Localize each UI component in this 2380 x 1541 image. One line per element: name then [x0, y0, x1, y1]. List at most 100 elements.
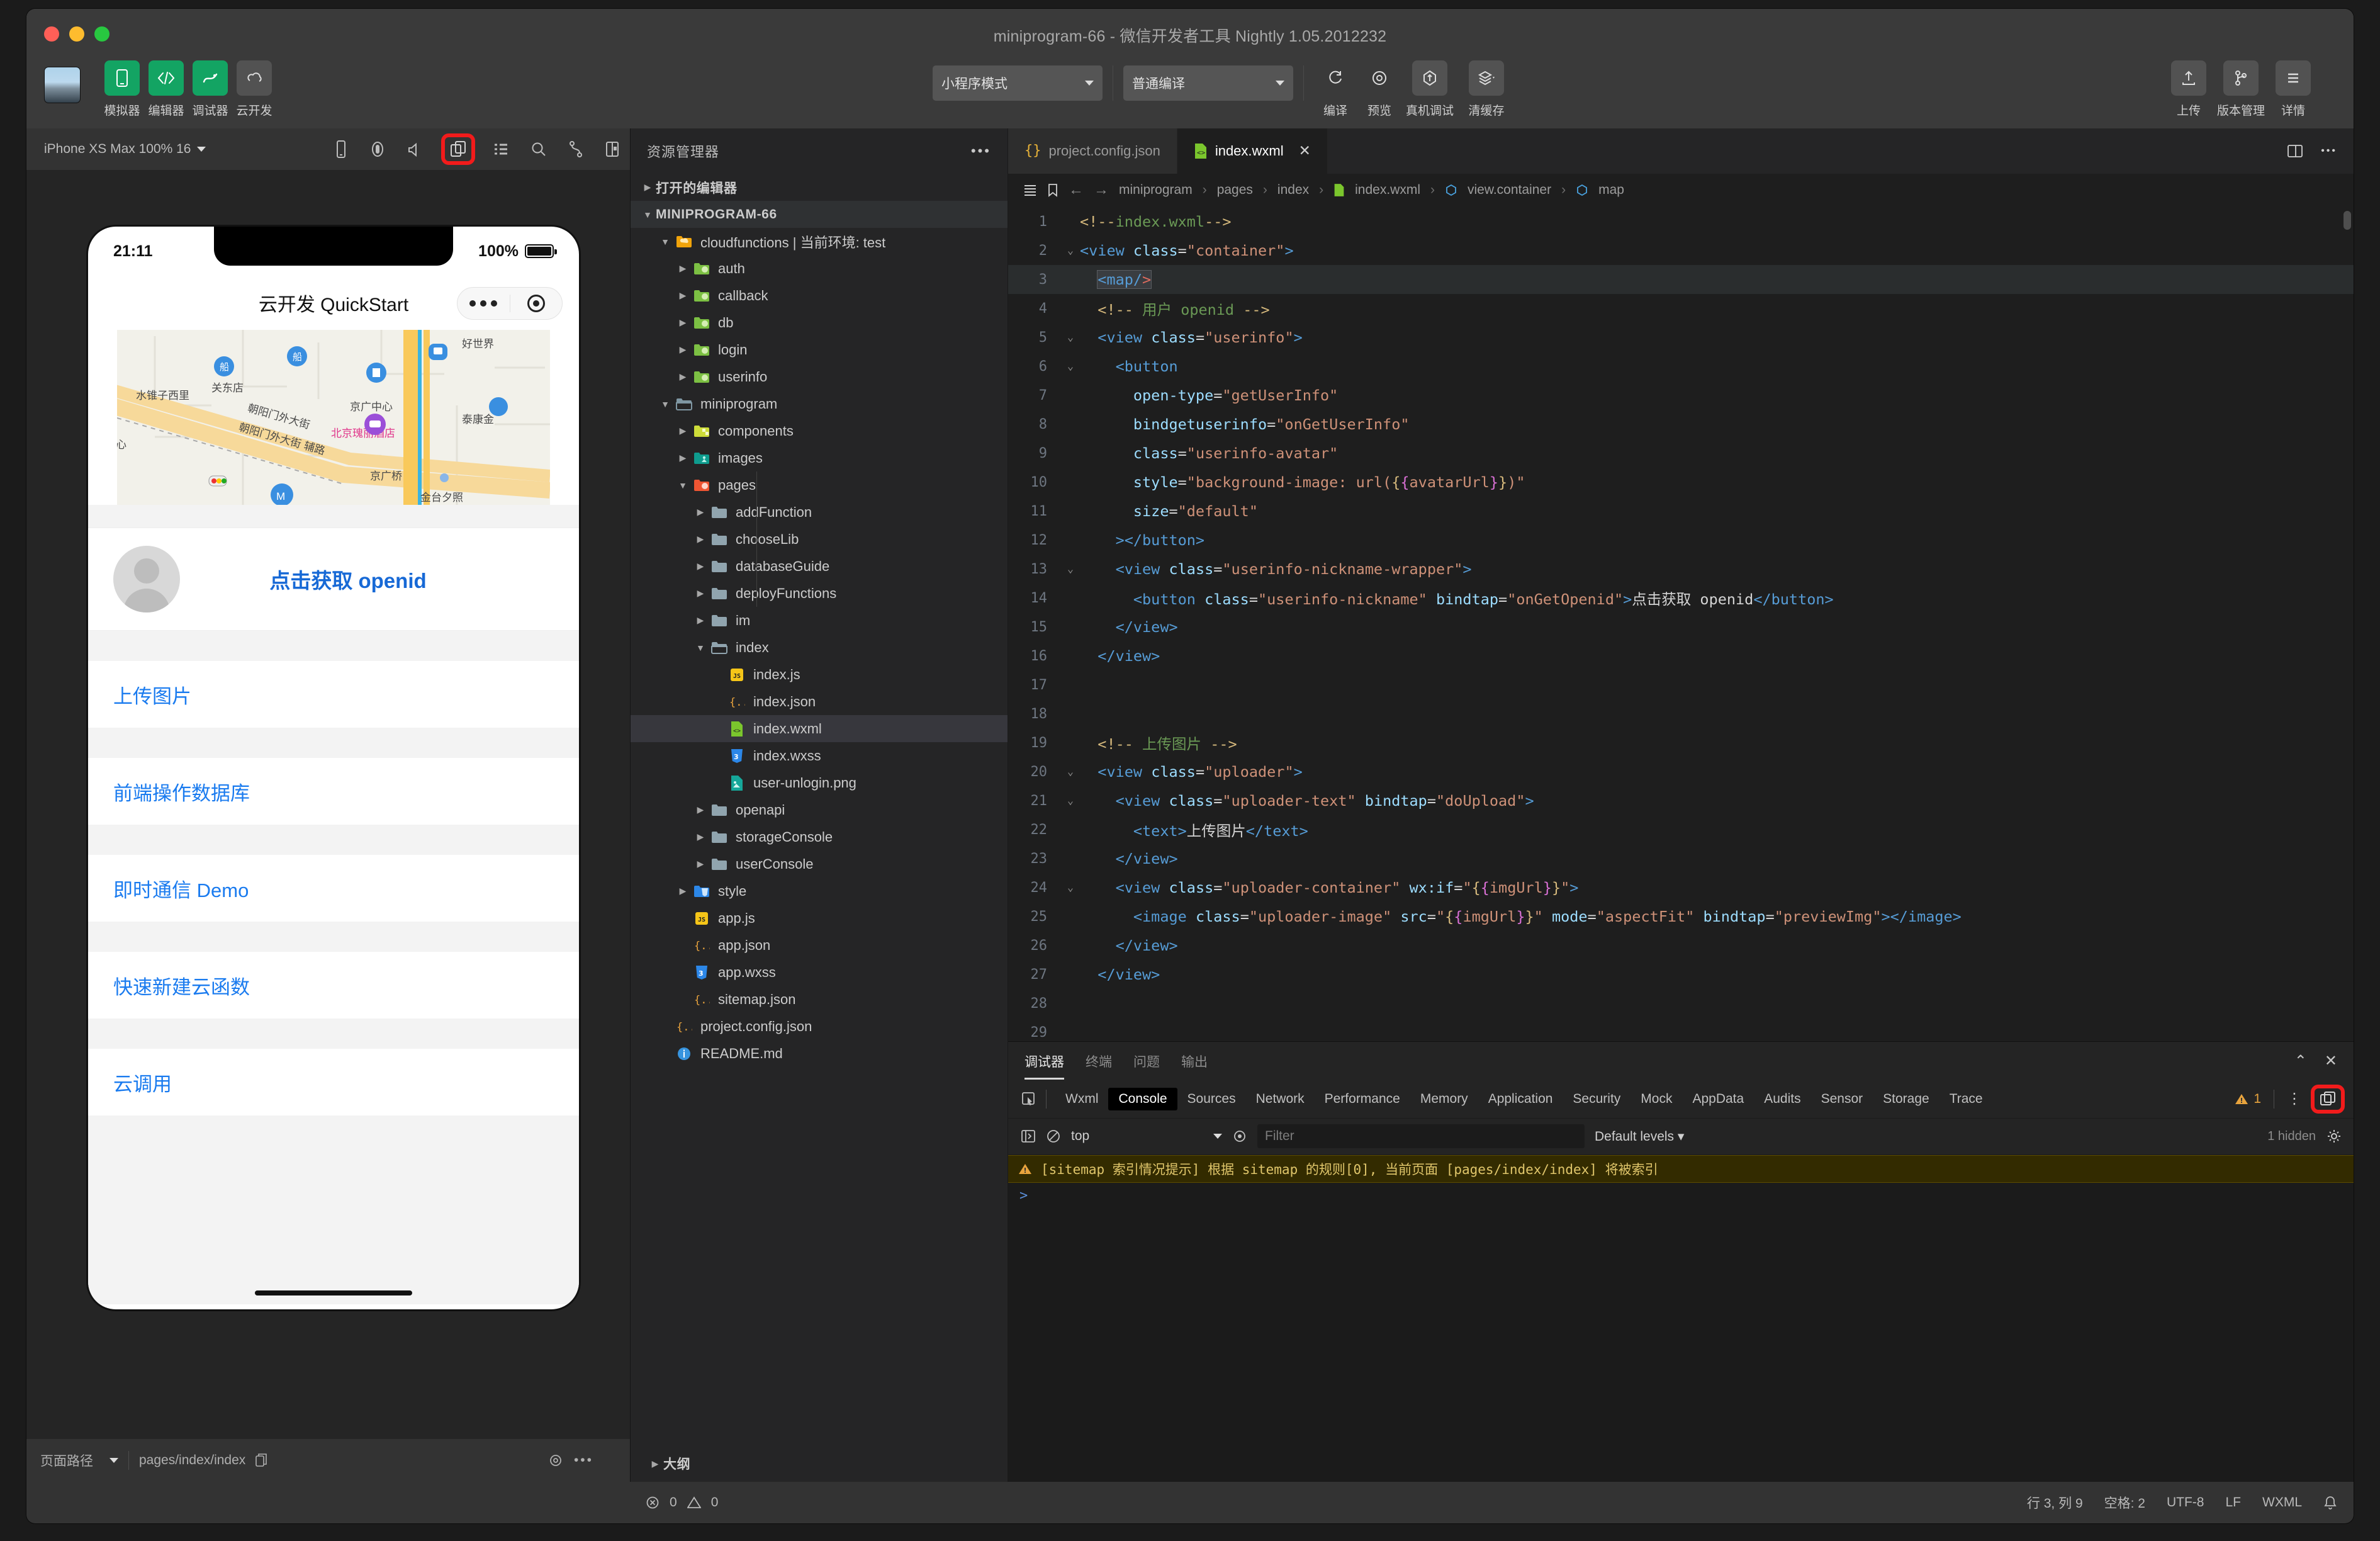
breadcrumb-item-file[interactable]: index.wxml — [1355, 183, 1420, 198]
code-line[interactable]: 4 <!-- 用户 openid --> — [1008, 294, 2354, 323]
devtools-tab-network[interactable]: Network — [1246, 1088, 1315, 1110]
fold-toggle[interactable]: ⌄ — [1061, 794, 1080, 807]
split-editor-icon[interactable] — [2287, 144, 2303, 159]
tree-item[interactable]: <> index.wxml — [631, 715, 1008, 742]
clear-console-icon[interactable] — [1046, 1129, 1061, 1144]
fold-toggle[interactable]: ⌄ — [1061, 765, 1080, 778]
tree-item[interactable]: ▶ im — [631, 607, 1008, 634]
tree-item[interactable]: {..} project.config.json — [631, 1013, 1008, 1040]
tree-item[interactable]: ▶ userConsole — [631, 850, 1008, 878]
inspect-element-icon[interactable] — [1021, 1091, 1037, 1107]
breadcrumb-item-pages[interactable]: pages — [1217, 183, 1253, 198]
code-line[interactable]: 28 — [1008, 989, 2354, 1018]
toolbar-button-simulator[interactable]: 模拟器 — [104, 60, 140, 118]
code-line[interactable]: 29 — [1008, 1018, 2354, 1041]
eol-setting[interactable]: LF — [2225, 1495, 2241, 1510]
arrow-left-icon[interactable]: ← — [1069, 181, 1084, 199]
devtools-tab-performance[interactable]: Performance — [1315, 1088, 1410, 1110]
multi-window-icon[interactable] — [441, 133, 475, 165]
console-filter-input[interactable]: Filter — [1257, 1124, 1585, 1149]
volume-icon[interactable] — [407, 141, 424, 157]
devtools-tab-appdata[interactable]: AppData — [1682, 1088, 1754, 1110]
code-line[interactable]: 10 style="background-image: url({{avatar… — [1008, 468, 2354, 497]
fold-toggle[interactable]: ⌄ — [1061, 360, 1080, 373]
chevron-up-icon[interactable]: ⌃ — [2294, 1052, 2307, 1070]
language-mode[interactable]: WXML — [2262, 1495, 2302, 1510]
tree-item[interactable]: ▶ components — [631, 417, 1008, 444]
kebab-icon[interactable]: ⋮ — [2287, 1092, 2302, 1107]
console-body[interactable]: [sitemap 索引情况提示] 根据 sitemap 的规则[0], 当前页面… — [1008, 1154, 2354, 1482]
code-editor[interactable]: 1 <!--index.wxml--> 2 ⌄ <view class="contain… — [1008, 207, 2354, 1041]
code-line[interactable]: 16 </view> — [1008, 641, 2354, 670]
gear-icon[interactable] — [2327, 1129, 2341, 1143]
code-line[interactable]: 27 </view> — [1008, 960, 2354, 989]
dock-panel-icon[interactable] — [2311, 1085, 2345, 1114]
console-context-select[interactable]: top — [1071, 1129, 1222, 1144]
devtools-tab-wxml[interactable]: Wxml — [1055, 1088, 1108, 1110]
ellipsis-icon[interactable]: ••• — [574, 1453, 593, 1468]
code-line[interactable]: 9 class="userinfo-avatar" — [1008, 439, 2354, 468]
code-line[interactable]: 21 ⌄ <view class="uploader-text" bindtap=… — [1008, 786, 2354, 815]
code-line[interactable]: 7 open-type="getUserInfo" — [1008, 381, 2354, 410]
tab-project-config[interactable]: {} project.config.json — [1008, 128, 1177, 174]
breadcrumb-item-map[interactable]: map — [1598, 183, 1624, 198]
code-line[interactable]: 6 ⌄ <button — [1008, 352, 2354, 381]
close-icon[interactable]: ✕ — [2325, 1052, 2337, 1070]
tree-item[interactable]: ▼ index — [631, 634, 1008, 661]
ellipsis-icon[interactable]: ••• — [2321, 145, 2337, 157]
wechat-capsule[interactable] — [457, 287, 563, 320]
list-icon[interactable] — [493, 142, 509, 157]
devtools-tab-storage[interactable]: Storage — [1873, 1088, 1939, 1110]
tree-section-open-editors[interactable]: ▶ 打开的编辑器 — [631, 174, 1008, 201]
code-line[interactable]: 1 <!--index.wxml--> — [1008, 207, 2354, 236]
warning-badge[interactable]: 1 — [2235, 1092, 2261, 1107]
devtools-tab-sensor[interactable]: Sensor — [1811, 1088, 1873, 1110]
tab-index-wxml[interactable]: <> index.wxml ✕ — [1177, 128, 1328, 174]
openid-button[interactable]: 点击获取 openid — [180, 564, 516, 594]
bookmark-icon[interactable] — [1047, 183, 1058, 198]
panel-tab-output[interactable]: 输出 — [1181, 1052, 1208, 1071]
tree-item[interactable]: ▶ chooseLib — [631, 526, 1008, 553]
tree-item[interactable]: {..} index.json — [631, 688, 1008, 715]
avatar[interactable] — [113, 546, 180, 612]
devtools-tab-sources[interactable]: Sources — [1177, 1088, 1246, 1110]
encoding-setting[interactable]: UTF-8 — [2167, 1495, 2204, 1510]
code-line[interactable]: 5 ⌄ <view class="userinfo"> — [1008, 323, 2354, 352]
code-line[interactable]: 17 — [1008, 670, 2354, 699]
tree-item[interactable]: {..} sitemap.json — [631, 986, 1008, 1013]
code-line[interactable]: 20 ⌄ <view class="uploader"> — [1008, 757, 2354, 786]
devtools-tab-application[interactable]: Application — [1478, 1088, 1563, 1110]
code-line[interactable]: 8 bindgetuserinfo="onGetUserInfo" — [1008, 410, 2354, 439]
code-line[interactable]: 18 — [1008, 699, 2354, 728]
mode-select[interactable]: 小程序模式 — [933, 65, 1103, 101]
tree-item[interactable]: ▶ addFunction — [631, 499, 1008, 526]
code-line[interactable]: 13 ⌄ <view class="userinfo-nickname-wrapp… — [1008, 555, 2354, 584]
tree-item[interactable]: ▶ images — [631, 444, 1008, 471]
outline-icon[interactable] — [1023, 183, 1037, 197]
tree-item[interactable]: ▶ deployFunctions — [631, 580, 1008, 607]
code-line[interactable]: 24 ⌄ <view class="uploader-container" wx:… — [1008, 873, 2354, 902]
panel-tab-debugger[interactable]: 调试器 — [1024, 1052, 1064, 1080]
page-path-label[interactable]: 页面路径 — [40, 1451, 93, 1470]
code-line[interactable]: 22 <text>上传图片</text> — [1008, 815, 2354, 844]
toolbar-button-realdevice[interactable]: 真机调试 — [1406, 60, 1454, 118]
code-line[interactable]: 11 size="default" — [1008, 497, 2354, 526]
devtools-tab-mock[interactable]: Mock — [1631, 1088, 1682, 1110]
route-icon[interactable] — [568, 140, 583, 158]
code-line[interactable]: 14 <button class="userinfo-nickname" bin… — [1008, 584, 2354, 612]
phone-rotate-icon[interactable] — [334, 140, 348, 159]
record-icon[interactable] — [369, 140, 386, 159]
tree-item[interactable]: ▶ databaseGuide — [631, 553, 1008, 580]
split-view-icon[interactable] — [605, 140, 620, 158]
tree-item[interactable]: JS index.js — [631, 661, 1008, 688]
devtools-tab-audits[interactable]: Audits — [1754, 1088, 1810, 1110]
breadcrumb-item-miniprogram[interactable]: miniprogram — [1119, 183, 1193, 198]
fold-toggle[interactable]: ⌄ — [1061, 331, 1080, 344]
close-icon[interactable]: ✕ — [1299, 142, 1311, 159]
toolbar-button-compile[interactable]: 编译 — [1318, 60, 1353, 118]
list-item[interactable]: 云调用 — [88, 1049, 579, 1115]
tree-item[interactable]: ▶ callback — [631, 282, 1008, 309]
toolbar-button-editor[interactable]: 编辑器 — [149, 60, 184, 118]
device-selector[interactable]: iPhone XS Max 100% 16 — [44, 142, 191, 157]
tree-item[interactable]: user-unlogin.png — [631, 769, 1008, 796]
